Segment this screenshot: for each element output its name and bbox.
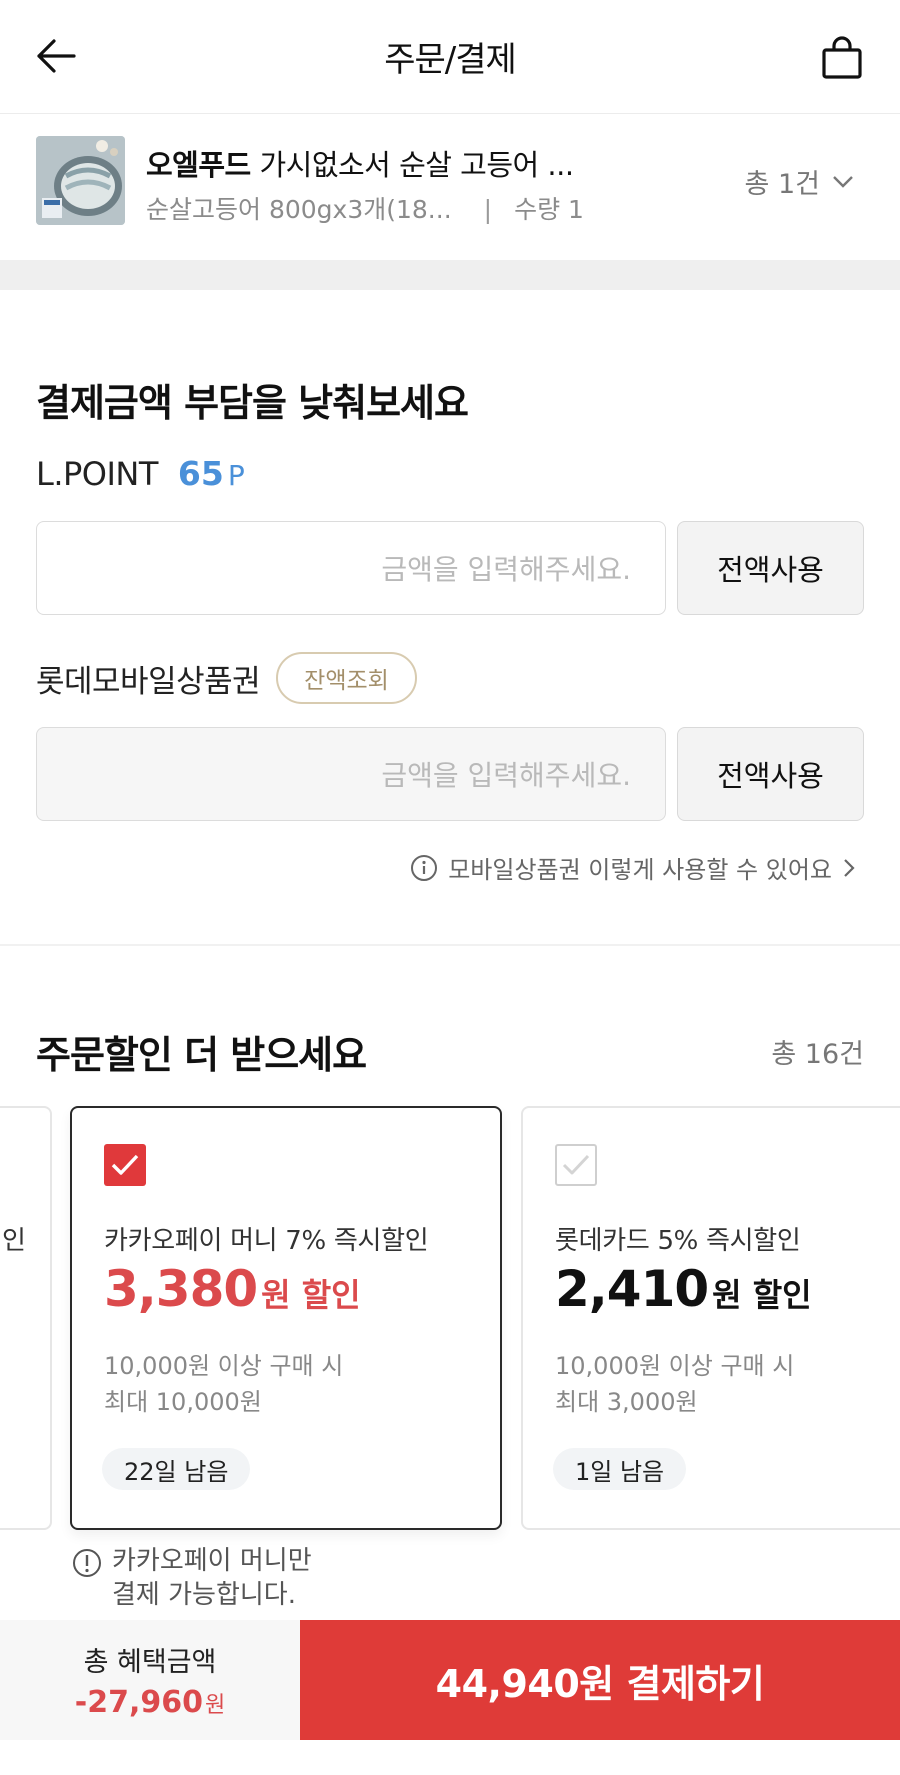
product-count: 총 1건 (744, 169, 820, 200)
voucher-help-text: 모바일상품권 이렇게 사용할 수 있어요 (448, 856, 832, 884)
product-name: 가시없소서 순살 고등어 ... (259, 148, 574, 182)
total-benefit-label: 총 혜택금액 (83, 1647, 217, 1678)
lpoint-unit: P (227, 459, 245, 492)
card-condition-line1: 10,000원 이상 구매 시 (555, 1352, 795, 1380)
card-name: 롯데카드 5% 즉시할인 (555, 1226, 801, 1256)
card-amount-unit: 원 할인 (712, 1276, 812, 1314)
order-discount-count: 총 16건 (771, 1039, 864, 1070)
shopping-bag-icon (822, 36, 862, 79)
card-amount-unit: 원 할인 (261, 1276, 361, 1314)
product-option: 순살고등어 800gx3개(18... (146, 195, 452, 224)
card-condition-line2: 최대 3,000원 (555, 1388, 698, 1416)
card-condition-line1: 10,000원 이상 구매 시 (104, 1352, 344, 1380)
note-line1: 카카오페이 머니만 (112, 1546, 312, 1576)
cart-button[interactable] (814, 30, 870, 86)
lpoint-amount-input[interactable]: 금액을 입력해주세요. (36, 521, 666, 615)
mobile-voucher-label: 롯데모바일상품권 (36, 663, 261, 700)
voucher-help-link[interactable]: 모바일상품권 이렇게 사용할 수 있어요 (410, 850, 856, 885)
total-benefit: 총 혜택금액 -27,960 원 (0, 1620, 300, 1740)
product-count-toggle[interactable]: 총 1건 (745, 162, 854, 201)
discount-card-partial[interactable]: 인 (0, 1106, 52, 1530)
card-discount-amount: 2,410 원 할인 (555, 1260, 812, 1318)
voucher-input-placeholder: 금액을 입력해주세요. (381, 759, 631, 792)
chevron-right-icon (844, 858, 855, 877)
lpoint-input-placeholder: 금액을 입력해주세요. (381, 553, 631, 586)
info-icon (411, 854, 438, 881)
discount-card-lottecard[interactable]: 롯데카드 5% 즉시할인 2,410 원 할인 10,000원 이상 구매 시 … (521, 1106, 900, 1530)
product-quantity: 수량 1 (514, 195, 584, 224)
partial-card-text: 인 (2, 1226, 26, 1256)
chevron-down-icon (833, 175, 853, 188)
page-title: 주문/결제 (384, 40, 517, 80)
card-name: 카카오페이 머니 7% 즉시할인 (104, 1226, 429, 1256)
total-benefit-amount: -27,960 (74, 1685, 203, 1720)
bottom-payment-bar: 총 혜택금액 -27,960 원 44,940원 결제하기 (0, 1620, 900, 1775)
lpoint-balance: 65 (177, 454, 224, 493)
card-checkbox-checked[interactable] (104, 1144, 146, 1186)
card-condition: 10,000원 이상 구매 시 최대 10,000원 (104, 1348, 343, 1420)
card-days-left-badge: 22일 남음 (102, 1448, 251, 1490)
product-summary[interactable]: 오엘푸드 가시없소서 순살 고등어 ... 순살고등어 800gx3개(18..… (0, 114, 900, 260)
card-discount-amount: 3,380 원 할인 (104, 1260, 361, 1318)
mobile-voucher-amount-input[interactable]: 금액을 입력해주세요. (36, 727, 666, 821)
card-amount-number: 3,380 (104, 1260, 258, 1318)
card-condition-line2: 최대 10,000원 (104, 1388, 262, 1416)
option-separator: | (483, 195, 493, 224)
product-option-line: 순살고등어 800gx3개(18... | 수량 1 (146, 190, 584, 226)
order-discount-title: 주문할인 더 받으세요 (36, 1033, 367, 1077)
card-checkbox-unchecked[interactable] (555, 1144, 597, 1186)
order-payment-page: 주문/결제 오엘푸드 가시없소서 순살 고등어 ... 순살고등어 800gx3… (0, 0, 900, 1775)
mobile-voucher-row: 롯데모바일상품권 잔액조회 (36, 652, 417, 704)
discount-section-title: 결제금액 부담을 낮춰보세요 (36, 381, 469, 425)
discount-card-kakaopay[interactable]: 카카오페이 머니 7% 즉시할인 3,380 원 할인 10,000원 이상 구… (70, 1106, 502, 1530)
kakaopay-note: 카카오페이 머니만 결제 가능합니다. (72, 1544, 312, 1612)
lpoint-label: L.POINT (36, 455, 158, 493)
voucher-use-all-button[interactable]: 전액사용 (677, 727, 864, 821)
note-line2: 결제 가능합니다. (112, 1580, 296, 1610)
balance-check-button[interactable]: 잔액조회 (276, 652, 417, 704)
pay-button[interactable]: 44,940원 결제하기 (300, 1620, 900, 1740)
product-brand: 오엘푸드 (146, 148, 251, 182)
note-text: 카카오페이 머니만 결제 가능합니다. (112, 1544, 312, 1612)
header: 주문/결제 (0, 0, 900, 114)
exclamation-circle-icon (73, 1549, 101, 1577)
section-divider-band (0, 260, 900, 290)
section-divider (0, 944, 900, 946)
check-icon (111, 1154, 139, 1175)
product-title: 오엘푸드 가시없소서 순살 고등어 ... (146, 142, 574, 184)
check-icon (562, 1154, 590, 1175)
product-thumbnail (36, 136, 125, 225)
lpoint-use-all-button[interactable]: 전액사용 (677, 521, 864, 615)
card-days-left-badge: 1일 남음 (553, 1448, 687, 1490)
card-condition: 10,000원 이상 구매 시 최대 3,000원 (555, 1348, 794, 1420)
total-benefit-value: -27,960 원 (75, 1685, 225, 1720)
total-benefit-unit: 원 (204, 1693, 226, 1718)
card-amount-number: 2,410 (555, 1260, 709, 1318)
lpoint-row: L.POINT 65 P (36, 454, 245, 493)
